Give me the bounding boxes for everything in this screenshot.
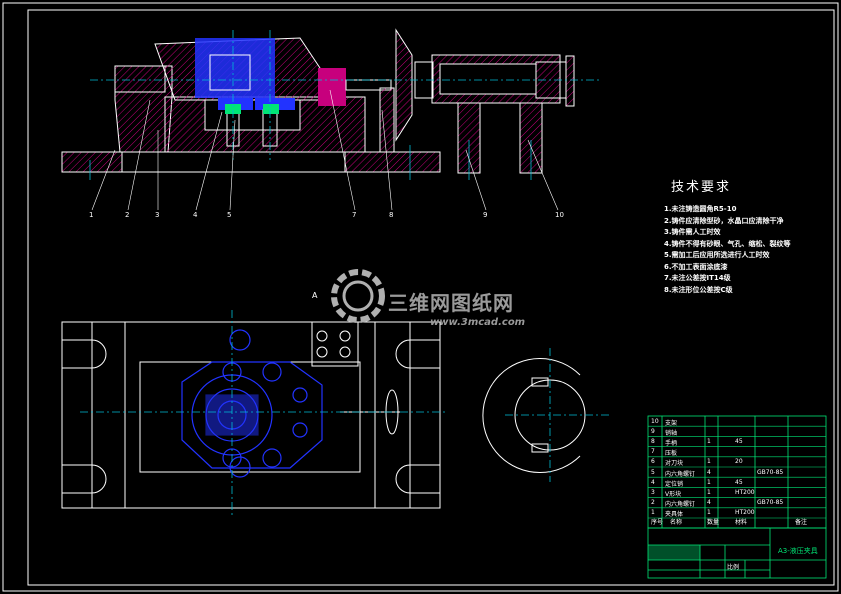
bom-cell-name: 定位销	[665, 480, 684, 488]
bom-cell-no: 3	[651, 488, 655, 496]
bom-cell-no: 10	[651, 417, 659, 425]
bom-cell-name: 内六角螺钉	[665, 470, 696, 478]
bom-cell-name: 销轴	[665, 429, 678, 437]
tech-requirements-title: 技术要求	[671, 180, 732, 195]
tech-note: 4.铸件不得有砂眼、气孔、缩松、裂纹等	[664, 239, 791, 248]
leader-label: 5	[227, 211, 232, 219]
bom-cell-qty: 4	[707, 468, 711, 476]
bom-cell-no: 4	[651, 478, 655, 486]
bom-cell-name: 支架	[665, 419, 678, 427]
watermark-brand: 三维网图纸网	[388, 291, 514, 315]
bom-cell-note: GB70-85	[757, 468, 784, 476]
tech-note: 6.不加工表面涂底漆	[664, 262, 728, 271]
bom-cell-name: 对刀块	[665, 460, 684, 468]
top-view: A	[61, 291, 445, 515]
leader-label: 9	[483, 211, 488, 219]
bom-header-cell: 名称	[670, 519, 683, 526]
leader-label: 2	[125, 211, 130, 219]
bom-cell-material: 45	[735, 437, 743, 445]
bom-cell-no: 8	[651, 437, 655, 445]
ring-section-view	[482, 348, 612, 482]
watermark-url: www.3mcad.com	[430, 317, 526, 328]
tech-requirements-list: 1.未注铸造圆角R5-10 2.铸件应清除型砂，水晶口应清除干净 3.铸件需人工…	[664, 204, 791, 296]
bom-cell-name: 压板	[665, 450, 678, 458]
tech-note: 1.未注铸造圆角R5-10	[664, 205, 737, 213]
leader-label: 10	[555, 211, 564, 219]
tech-note: 8.未注形位公差按C级	[664, 285, 733, 294]
tech-note: 5.需加工后应用所选进行人工时效	[664, 251, 770, 259]
bom-cell-name: 手柄	[665, 439, 678, 447]
bom-cell-qty: 1	[707, 488, 711, 496]
bom-cell-no: 1	[651, 509, 655, 517]
bom-cell-qty: 1	[707, 458, 711, 466]
front-section-view	[61, 28, 600, 180]
leader-label: 4	[193, 211, 198, 219]
tech-note: 7.未注公差按IT14级	[664, 274, 731, 282]
bom-header-cell: 备注	[795, 519, 808, 526]
tech-note: 3.铸件需人工时效	[664, 228, 721, 236]
leader-label: 1	[89, 211, 94, 219]
leader-label: 8	[389, 211, 394, 219]
bom-cell-qty: 1	[707, 437, 711, 445]
bom-header-cell: 材料	[735, 519, 748, 526]
tech-note: 2.铸件应清除型砂，水晶口应清除干净	[664, 216, 784, 225]
bom-header-cell: 序号	[651, 519, 664, 526]
bom-cell-no: 9	[651, 427, 655, 435]
bom-cell-no: 7	[651, 448, 655, 456]
bom-cell-name: 内六角螺钉	[665, 501, 696, 509]
svg-text:A: A	[312, 291, 318, 300]
bom-cell-material: HT200	[735, 509, 755, 517]
leader-label: 7	[352, 211, 357, 219]
bom-cell-material: HT200	[735, 488, 755, 496]
bom-cell-qty: 1	[707, 478, 711, 486]
title-block-fill	[648, 545, 700, 560]
bom-cell-no: 5	[651, 468, 655, 476]
title-block-scale-label: 比例	[727, 564, 740, 571]
bom-cell-qty: 1	[707, 509, 711, 517]
leader-label: 3	[155, 211, 160, 219]
bom-cell-material: 45	[735, 478, 743, 486]
gear-logo-icon	[331, 269, 385, 323]
bom-cell-name: V形块	[665, 490, 682, 498]
bom-cell-no: 6	[651, 458, 655, 466]
bom-header-cell: 数量	[707, 519, 720, 526]
bom-cell-qty: 4	[707, 499, 711, 507]
bom-cell-no: 2	[651, 499, 655, 507]
drawing-name: A3-液压夹具	[778, 547, 818, 555]
leader-line	[527, 139, 559, 211]
bom-cell-note: GB70-85	[757, 499, 784, 507]
bom-cell-material: 20	[735, 458, 743, 466]
